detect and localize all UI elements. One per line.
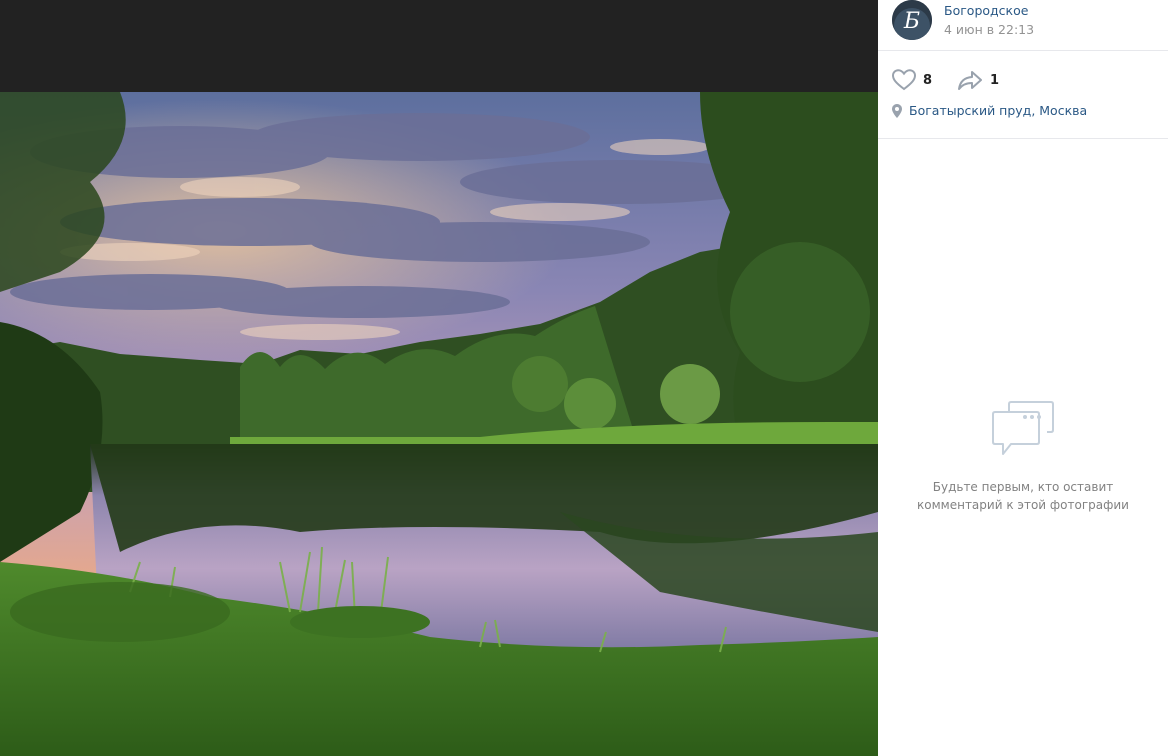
location-pin-icon xyxy=(892,103,902,118)
like-heart-icon xyxy=(892,69,916,91)
likes-count: 8 xyxy=(923,72,933,88)
post-author-header: Б Богородское 4 июн в 22:13 xyxy=(878,0,1168,51)
empty-comments-text: Будьте первым, кто оставит комментарий к… xyxy=(917,480,1129,512)
share-arrow-icon xyxy=(958,71,982,90)
location-text: Богатырский пруд, Москва xyxy=(909,103,1088,118)
photo-viewer xyxy=(0,0,878,756)
author-name[interactable]: Богородское xyxy=(944,3,1028,18)
post-actions: 8 1 Богатырский пруд, Москва xyxy=(878,51,1168,139)
photo[interactable] xyxy=(0,92,878,756)
post-date[interactable]: 4 июн в 22:13 xyxy=(944,22,1034,37)
like-button[interactable]: 8 xyxy=(892,68,932,92)
sidebar: Б Богородское 4 июн в 22:13 8 1 Богатырс… xyxy=(878,0,1168,756)
location-link[interactable]: Богатырский пруд, Москва xyxy=(892,103,1087,118)
avatar[interactable]: Б xyxy=(892,0,932,40)
comments-bubble-icon xyxy=(992,401,1054,455)
avatar-letter: Б xyxy=(903,9,920,34)
comments-empty-state: Будьте первым, кто оставит комментарий к… xyxy=(878,400,1168,514)
share-button[interactable]: 1 xyxy=(957,68,999,92)
shares-count: 1 xyxy=(990,72,1000,88)
